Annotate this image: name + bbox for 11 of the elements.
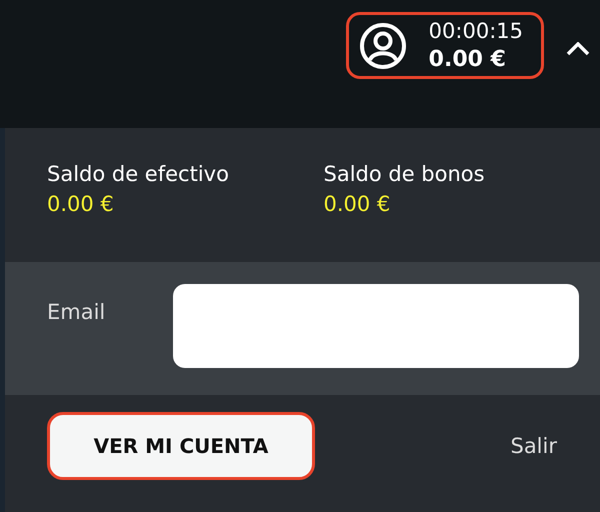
logout-link[interactable]: Salir [510,434,557,458]
email-field[interactable] [173,284,579,368]
balance-amount: 0.00 € [324,192,392,216]
view-account-button[interactable]: VER MI CUENTA [47,412,315,480]
account-button[interactable]: 00:00:15 0.00 € [346,12,544,79]
chevron-up-icon[interactable] [566,42,590,56]
balance-label: Saldo de efectivo [47,162,230,186]
email-label: Email [47,300,106,324]
balance-label: Saldo de bonos [324,162,486,186]
user-icon [358,22,407,70]
balance-amount: 0.00 € [47,192,115,216]
